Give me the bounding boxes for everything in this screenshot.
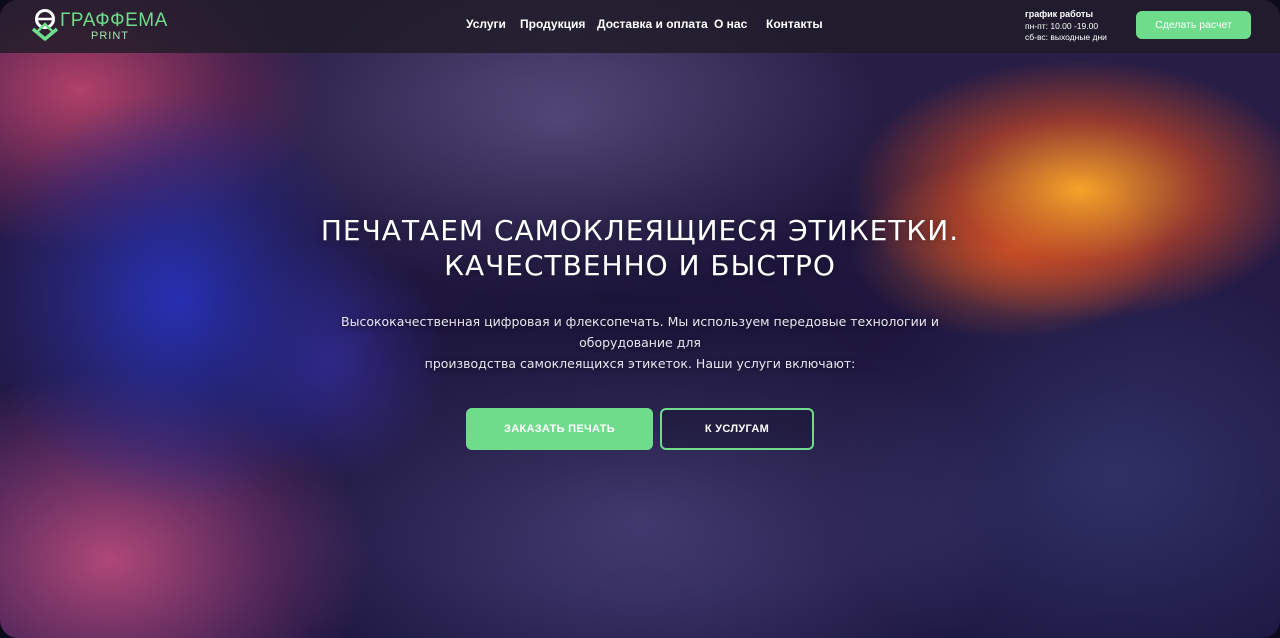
schedule-weekend: сб-вс: выходные дни	[1025, 32, 1107, 42]
nav-item-services[interactable]: Услуги	[466, 17, 506, 31]
calculate-button[interactable]: Сделать расчет	[1136, 11, 1251, 39]
hero-title: ПЕЧАТАЕМ САМОКЛЕЯЩИЕСЯ ЭТИКЕТКИ. КАЧЕСТВ…	[240, 213, 1040, 283]
hero-subtitle-line-1: Высококачественная цифровая и флексопеча…	[341, 314, 939, 350]
nav-item-about[interactable]: О нас	[714, 17, 747, 31]
nav-item-delivery[interactable]: Доставка и оплата	[597, 17, 708, 31]
hero-section: ПЕЧАТАЕМ САМОКЛЕЯЩИЕСЯ ЭТИКЕТКИ. КАЧЕСТВ…	[0, 0, 1280, 638]
site-header: ГРАФФЕМА PRINT Услуги Продукция Доставка…	[0, 0, 1280, 53]
hero-subtitle: Высококачественная цифровая и флексопеча…	[300, 311, 980, 374]
hero-title-line-2: КАЧЕСТВЕННО И БЫСТРО	[444, 249, 836, 282]
order-print-button[interactable]: ЗАКАЗАТЬ ПЕЧАТЬ	[466, 408, 653, 450]
schedule-title: график работы	[1025, 9, 1094, 19]
schedule-weekdays: пн-пт: 10.00 -19.00	[1025, 20, 1099, 31]
logo[interactable]: ГРАФФЕМА PRINT	[30, 7, 170, 47]
logo-name: ГРАФФЕМА	[60, 10, 168, 31]
nav-item-contacts[interactable]: Контакты	[766, 17, 823, 31]
page: ПЕЧАТАЕМ САМОКЛЕЯЩИЕСЯ ЭТИКЕТКИ. КАЧЕСТВ…	[0, 0, 1280, 638]
to-services-button[interactable]: К УСЛУГАМ	[660, 408, 814, 450]
logo-subtitle: PRINT	[91, 30, 129, 42]
hero-subtitle-line-2: производства самоклеящихся этикеток. Наш…	[424, 356, 856, 371]
logo-mark-icon	[31, 9, 59, 41]
work-schedule: график работы пн-пт: 10.00 -19.00 сб-вс:…	[1025, 9, 1107, 44]
nav-item-products[interactable]: Продукция	[520, 17, 585, 31]
hero-title-line-1: ПЕЧАТАЕМ САМОКЛЕЯЩИЕСЯ ЭТИКЕТКИ.	[320, 214, 960, 247]
